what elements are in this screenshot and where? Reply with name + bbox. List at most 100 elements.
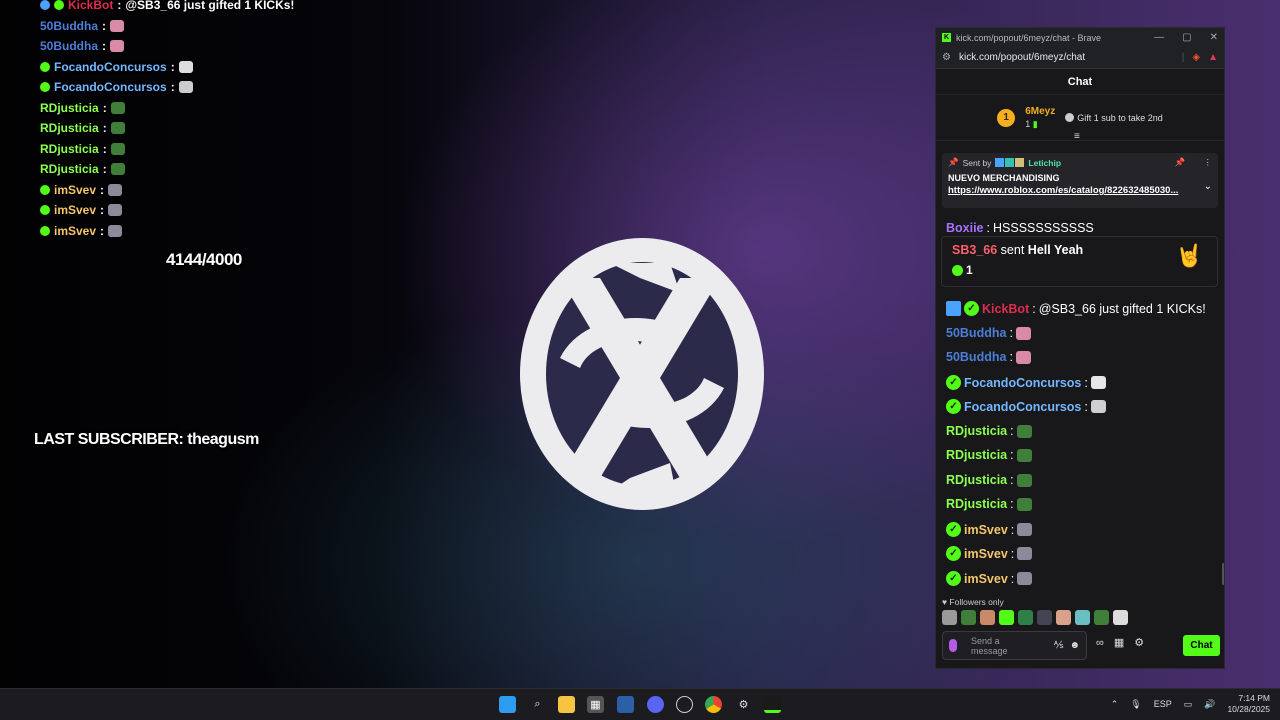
gear-icon[interactable]: ⚙: [1134, 636, 1144, 649]
chat-username[interactable]: RDjusticia: [946, 473, 1007, 487]
translate-icon[interactable]: ⅍: [1054, 640, 1063, 651]
chat-emote[interactable]: [1016, 424, 1032, 438]
overlay-message-text: @SB3_66 just gifted 1 KICKs!: [125, 0, 295, 13]
quick-emote[interactable]: [942, 610, 957, 625]
unpin-icon[interactable]: 📌: [1175, 157, 1186, 168]
chat-message[interactable]: RDjusticia:: [946, 473, 1032, 487]
chat-username[interactable]: FocandoConcursos: [964, 376, 1081, 390]
pinned-sender[interactable]: Letichip: [1028, 158, 1061, 168]
chat-emote[interactable]: [1016, 448, 1032, 462]
store-app-icon[interactable]: ▦: [587, 696, 604, 713]
verified-badge-icon: [40, 225, 50, 236]
chat-username[interactable]: imSvev: [964, 523, 1008, 537]
address-bar[interactable]: ⚙ kick.com/popout/6meyz/chat | ◈ ▲: [936, 47, 1224, 69]
chat-message[interactable]: 50Buddha:: [946, 326, 1031, 340]
mic-icon[interactable]: [949, 639, 957, 652]
quick-emote[interactable]: [1113, 610, 1128, 625]
gift-leaderboard[interactable]: 1 6Meyz 1 ▮ Gift 1 sub to take 2nd ≡: [936, 95, 1224, 142]
chrome-icon[interactable]: [705, 696, 722, 713]
chat-username[interactable]: imSvev: [964, 572, 1008, 586]
app-shield-icon[interactable]: [617, 696, 634, 713]
chat-message[interactable]: ✓ KickBot: @SB3_66 just gifted 1 KICKs!: [946, 301, 1206, 316]
microphone-icon[interactable]: 🎙: [1130, 699, 1141, 710]
quick-emote[interactable]: [1037, 610, 1052, 625]
url-text[interactable]: kick.com/popout/6meyz/chat: [959, 52, 1085, 63]
quick-emote[interactable]: [1018, 610, 1033, 625]
chat-username[interactable]: RDjusticia: [946, 497, 1007, 511]
message-placeholder[interactable]: Send a message: [971, 636, 1023, 656]
search-icon[interactable]: ⌕: [529, 696, 546, 713]
chat-emote[interactable]: [1090, 376, 1106, 389]
leader-name[interactable]: 6Meyz: [1025, 106, 1055, 118]
more-options-icon[interactable]: ⋮: [1204, 157, 1213, 168]
obs-icon[interactable]: [676, 696, 693, 713]
windows-start-icon[interactable]: [499, 696, 516, 713]
quick-emote[interactable]: [961, 610, 976, 625]
chat-username[interactable]: FocandoConcursos: [964, 400, 1081, 414]
close-icon[interactable]: ✕: [1210, 32, 1218, 43]
verified-badge-icon: ✓: [946, 546, 961, 561]
quick-emote[interactable]: [980, 610, 995, 625]
chat-message[interactable]: ✓ imSvev:: [946, 571, 1033, 586]
chat-username[interactable]: 50Buddha: [946, 326, 1006, 340]
chat-message[interactable]: ✓ imSvev:: [946, 522, 1033, 537]
chat-emote[interactable]: [1017, 572, 1033, 585]
brave-shield-icon[interactable]: ◈: [1192, 52, 1200, 63]
minimize-icon[interactable]: —: [1154, 32, 1164, 43]
chat-message[interactable]: RDjusticia:: [946, 448, 1032, 462]
chat-username[interactable]: RDjusticia: [946, 448, 1007, 462]
store-icon[interactable]: ▦: [1114, 636, 1124, 649]
quick-emote[interactable]: [999, 610, 1014, 625]
chat-message[interactable]: 50Buddha:: [946, 350, 1031, 364]
chat-emote[interactable]: [1015, 350, 1031, 364]
chat-username[interactable]: 50Buddha: [946, 350, 1006, 364]
chat-tools: ∞ ▦ ⚙: [1096, 636, 1144, 650]
chat-emote[interactable]: [1016, 497, 1032, 511]
kicks-infinity-icon[interactable]: ∞: [1096, 637, 1104, 649]
chat-scrollbar[interactable]: [1222, 563, 1224, 585]
chat-message[interactable]: RDjusticia:: [946, 497, 1032, 511]
chat-message[interactable]: ✓ imSvev:: [946, 546, 1033, 561]
network-icon[interactable]: ▭: [1184, 699, 1193, 710]
chat-message[interactable]: ✓ FocandoConcursos:: [946, 375, 1106, 390]
chat-emote[interactable]: [1015, 326, 1031, 340]
pinned-link[interactable]: https://www.roblox.com/es/catalog/822632…: [948, 185, 1193, 196]
overlay-username: imSvev: [54, 203, 97, 218]
chat-username[interactable]: Boxiie: [946, 221, 984, 235]
chat-username[interactable]: RDjusticia: [946, 424, 1007, 438]
volume-icon[interactable]: 🔊: [1204, 699, 1215, 710]
settings-icon[interactable]: ⚙: [735, 696, 752, 713]
chat-emote[interactable]: [1016, 473, 1032, 487]
chat-username[interactable]: imSvev: [964, 547, 1008, 561]
message-input[interactable]: Send a message ⅍ ☻: [942, 631, 1087, 660]
nvidia-icon[interactable]: [764, 696, 781, 713]
verified-badge-icon: ✓: [946, 399, 961, 414]
site-settings-icon[interactable]: ⚙: [942, 52, 951, 63]
expand-menu-icon[interactable]: ≡: [1074, 131, 1080, 142]
chevron-up-icon[interactable]: ⌃: [1111, 699, 1119, 710]
chat-emote[interactable]: [1090, 400, 1106, 413]
quick-emote[interactable]: [1075, 610, 1090, 625]
chat-message[interactable]: Boxiie: HSSSSSSSSSSS: [946, 221, 1094, 235]
maximize-icon[interactable]: ▢: [1182, 32, 1191, 43]
verified-badge-icon: [54, 0, 64, 11]
discord-icon[interactable]: [647, 696, 664, 713]
send-chat-button[interactable]: Chat: [1183, 635, 1220, 656]
chat-message[interactable]: ✓ FocandoConcursos:: [946, 399, 1106, 414]
chevron-down-icon[interactable]: ⌄: [1204, 181, 1212, 192]
chat-message[interactable]: RDjusticia:: [946, 424, 1032, 438]
language-indicator[interactable]: ESP: [1154, 699, 1172, 709]
taskbar: ⌕ ▦ ⚙ ⌃ 🎙 ESP ▭ 🔊 7:14 PM 10/28/2025: [0, 688, 1280, 720]
quick-emote[interactable]: [1056, 610, 1071, 625]
clock[interactable]: 7:14 PM 10/28/2025: [1227, 693, 1270, 715]
chat-username[interactable]: KickBot: [982, 302, 1029, 316]
brave-rewards-icon[interactable]: ▲: [1208, 52, 1218, 63]
chat-emote[interactable]: [1017, 523, 1033, 536]
chat-emote[interactable]: [1017, 547, 1033, 560]
emoji-icon[interactable]: ☻: [1069, 640, 1080, 651]
frog-emote: [110, 101, 125, 114]
file-explorer-icon[interactable]: [558, 696, 575, 713]
pinned-message[interactable]: 📌 Sent by Letichip 📌 ⋮ NUEVO MERCHANDISI…: [942, 153, 1218, 208]
gift-sender[interactable]: SB3_66: [952, 243, 997, 257]
quick-emote[interactable]: [1094, 610, 1109, 625]
